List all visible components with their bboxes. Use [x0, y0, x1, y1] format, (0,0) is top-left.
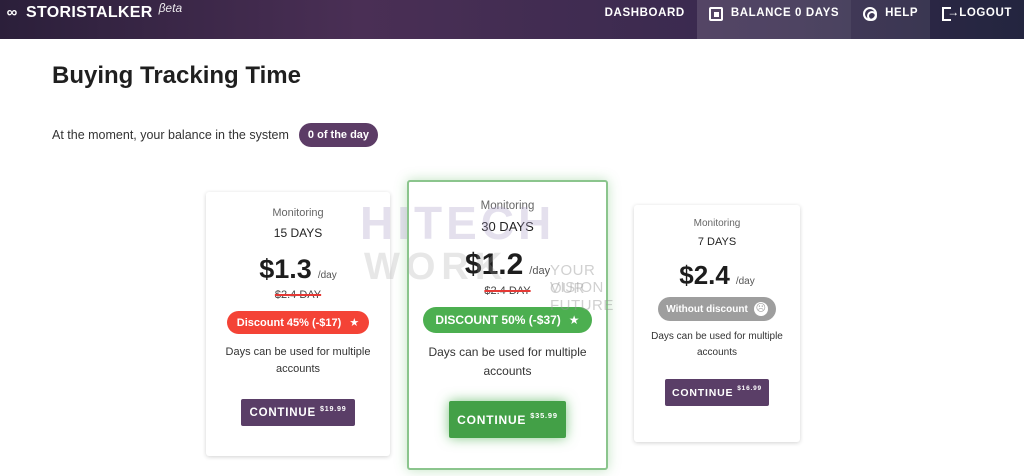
- plan-old-price: $2.4 DAY: [274, 289, 322, 301]
- plan-price-per: /day: [529, 265, 551, 277]
- plan-monitoring-label: Monitoring: [272, 207, 324, 219]
- plan-card-30-days: Monitoring 30 DAYS $1.2/day $2.4 DAY DIS…: [407, 180, 608, 470]
- main-nav: DASHBOARD BALANCE 0 DAYS HELP LOGOUT: [571, 0, 1024, 39]
- help-icon: [863, 7, 878, 21]
- plan-price-per: /day: [735, 276, 755, 287]
- balance-chip: 0 of the day: [298, 123, 379, 147]
- balance-line: At the moment, your balance in the syste…: [52, 123, 379, 147]
- discount-badge: Discount 45% (-$17) ★: [226, 311, 370, 334]
- plan-days: 15 DAYS: [273, 226, 323, 240]
- infinity-icon: ∞: [6, 4, 18, 21]
- plan-price: $1.2/day: [409, 248, 606, 282]
- continue-button-7-days[interactable]: CONTINUE $16.99: [665, 379, 769, 406]
- plan-days: 30 DAYS: [481, 219, 534, 234]
- continue-label: CONTINUE: [249, 407, 316, 419]
- plan-price-value: $2.4: [679, 260, 730, 290]
- nav-logout[interactable]: LOGOUT: [930, 0, 1024, 39]
- continue-button-30-days[interactable]: CONTINUE $35.99: [449, 401, 566, 438]
- continue-price: $16.99: [737, 385, 762, 392]
- continue-button-15-days[interactable]: CONTINUE $19.99: [241, 399, 355, 426]
- page-title: Buying Tracking Time: [52, 62, 301, 89]
- continue-price: $35.99: [530, 411, 558, 420]
- no-discount-badge: Without discount ☹: [658, 297, 776, 321]
- discount-badge-label: Discount 45% (-$17): [236, 316, 342, 329]
- plan-monitoring-label: Monitoring: [693, 218, 741, 229]
- brand[interactable]: ∞ STORISTALKER βeta: [0, 0, 182, 39]
- plan-old-price: $2.4 DAY: [484, 285, 531, 297]
- plan-price: $1.3/day: [206, 254, 390, 285]
- nav-balance[interactable]: BALANCE 0 DAYS: [696, 0, 852, 39]
- nav-help[interactable]: HELP: [851, 0, 931, 39]
- continue-price: $19.99: [319, 405, 347, 413]
- plan-description: Days can be used for multiple accounts: [428, 345, 587, 378]
- plan-price-value: $1.2: [464, 248, 524, 281]
- plan-price: $2.4/day: [634, 260, 800, 291]
- plan-price-value: $1.3: [259, 254, 312, 284]
- nav-dashboard[interactable]: DASHBOARD: [571, 0, 697, 39]
- continue-label: CONTINUE: [672, 387, 734, 399]
- plan-price-per: /day: [317, 270, 337, 281]
- plan-monitoring-label: Monitoring: [480, 200, 535, 212]
- discount-badge-label: DISCOUNT 50% (-$37): [435, 313, 561, 327]
- plan-description: Days can be used for multiple accounts: [225, 346, 371, 375]
- plan-card-7-days: Monitoring 7 DAYS $2.4/day Without disco…: [634, 205, 800, 442]
- star-icon: ★: [349, 317, 360, 329]
- plan-days: 7 DAYS: [697, 236, 737, 248]
- beta-label: βeta: [158, 0, 183, 15]
- dashboard-icon: [583, 7, 597, 21]
- nav-logout-label: LOGOUT: [959, 7, 1012, 19]
- balance-icon: [708, 7, 723, 21]
- continue-label: CONTINUE: [457, 413, 527, 427]
- logout-icon: [942, 5, 960, 21]
- nav-dashboard-label: DASHBOARD: [604, 7, 685, 19]
- brand-name: STORISTALKER: [26, 3, 153, 21]
- top-navbar: ∞ STORISTALKER βeta DASHBOARD BALANCE 0 …: [0, 0, 1024, 39]
- nav-balance-label: BALANCE 0 DAYS: [730, 7, 840, 19]
- discount-badge: DISCOUNT 50% (-$37) ★: [423, 307, 592, 333]
- nav-help-label: HELP: [885, 7, 919, 19]
- sad-face-icon: ☹: [753, 302, 768, 316]
- star-icon: ★: [568, 313, 580, 327]
- plan-description: Days can be used for multiple accounts: [651, 331, 783, 358]
- no-discount-label: Without discount: [666, 303, 748, 315]
- plan-card-15-days: Monitoring 15 DAYS $1.3/day $2.4 DAY Dis…: [206, 192, 390, 456]
- balance-text: At the moment, your balance in the syste…: [52, 128, 289, 142]
